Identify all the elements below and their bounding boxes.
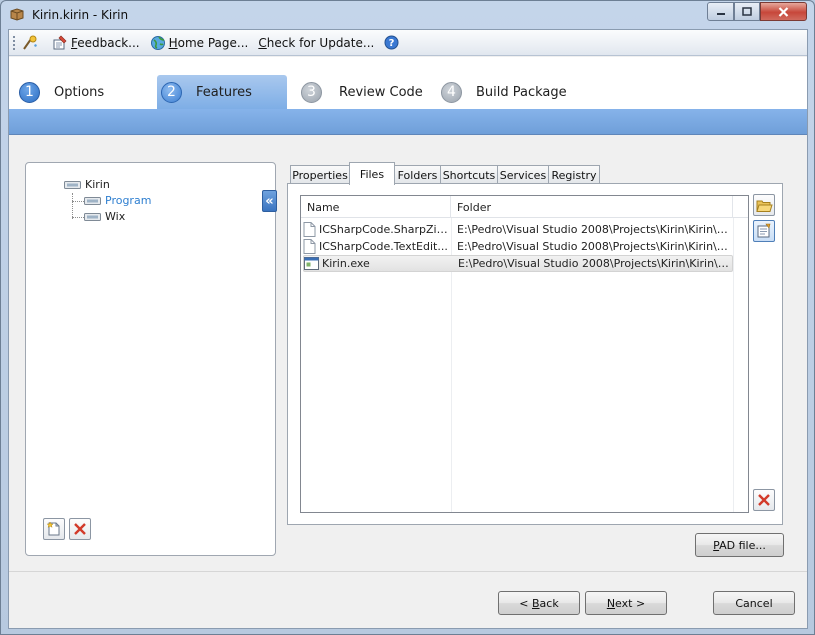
home-page-button[interactable]: Home Page... — [150, 35, 249, 51]
feature-icon — [64, 180, 81, 189]
tree-node-program[interactable]: Program — [84, 194, 151, 207]
file-name: Kirin.exe — [322, 257, 370, 270]
tree-line — [72, 217, 84, 218]
cancel-button[interactable]: Cancel — [713, 591, 795, 615]
file-name: ICSharpCode.SharpZip... — [319, 223, 451, 236]
pad-file-button[interactable]: PAD file... — [695, 533, 784, 557]
application-window: Kirin.kirin - Kirin Feedback... Home Pag… — [0, 0, 815, 635]
delete-icon — [74, 523, 86, 535]
column-header-name[interactable]: Name — [301, 196, 451, 218]
wizard-icon — [23, 35, 37, 50]
back-label: < Back — [519, 596, 559, 610]
step-label-review-code: Review Code — [339, 84, 423, 100]
file-name-cell: ICSharpCode.TextEdit... — [303, 239, 451, 254]
file-properties-button[interactable] — [753, 220, 775, 242]
close-icon — [778, 6, 789, 17]
tree-node-label: Wix — [105, 210, 126, 223]
tab-files[interactable]: Files — [349, 162, 395, 185]
close-button[interactable] — [760, 2, 807, 21]
next-label: Next > — [606, 596, 646, 610]
check-for-update-button[interactable]: Check for Update... — [258, 36, 374, 50]
column-divider — [733, 218, 734, 512]
step-label-build-package: Build Package — [476, 84, 567, 100]
tree-line — [72, 201, 84, 202]
files-tab-panel: Name Folder ICSharpCode.SharpZip... E:\P… — [287, 183, 783, 525]
step-label-features: Features — [196, 84, 252, 100]
document-icon — [303, 222, 316, 237]
step-label-options: Options — [54, 84, 105, 100]
wizard-steps: 1 Options 2 Features 3 Review Code 4 Bui… — [9, 57, 807, 135]
new-document-icon — [46, 521, 60, 536]
feature-tree-panel: Kirin Program Wix — [25, 162, 276, 556]
tab-properties[interactable]: Properties — [290, 165, 350, 184]
step-options[interactable]: 1 Options — [19, 75, 149, 109]
feature-icon — [84, 196, 101, 205]
client-area: Feedback... Home Page... Check for Updat… — [8, 29, 808, 629]
toolbar: Feedback... Home Page... Check for Updat… — [9, 30, 807, 56]
column-header-folder[interactable]: Folder — [451, 196, 733, 218]
step-number-1: 1 — [19, 81, 40, 103]
home-page-label: Home Page... — [168, 35, 249, 50]
document-icon — [303, 239, 316, 254]
globe-icon — [150, 35, 165, 50]
file-name: ICSharpCode.TextEdit... — [319, 240, 448, 253]
next-button[interactable]: Next > — [585, 591, 667, 615]
delete-feature-button[interactable] — [69, 518, 91, 540]
svg-text:?: ? — [389, 38, 395, 49]
maximize-button[interactable] — [734, 2, 760, 21]
pad-file-label: PAD file... — [713, 538, 766, 552]
tab-shortcuts[interactable]: Shortcuts — [440, 165, 498, 184]
tree-line — [72, 193, 73, 219]
step-number-2: 2 — [161, 81, 182, 103]
step-build-package[interactable]: 4 Build Package — [441, 75, 581, 109]
wizard-band — [9, 109, 807, 135]
app-icon — [10, 8, 24, 21]
open-folder-icon — [755, 200, 773, 212]
wizard-toolbar-button[interactable] — [22, 35, 42, 51]
add-files-button[interactable] — [753, 194, 775, 216]
remove-file-button[interactable] — [753, 489, 775, 511]
file-name-cell: Kirin.exe — [304, 257, 452, 270]
window-title: Kirin.kirin - Kirin — [32, 8, 129, 22]
add-feature-button[interactable] — [43, 518, 65, 540]
tab-folders[interactable]: Folders — [394, 165, 441, 184]
footer-separator — [9, 571, 807, 572]
minimize-icon — [716, 12, 725, 15]
file-folder-cell: E:\Pedro\Visual Studio 2008\Projects\Kir… — [457, 223, 729, 236]
tree-node-label: Kirin — [85, 178, 110, 191]
title-bar: Kirin.kirin - Kirin — [1, 1, 814, 29]
feedback-button[interactable]: Feedback... — [52, 35, 140, 51]
tree-node-wix[interactable]: Wix — [84, 210, 125, 223]
files-list-header: Name Folder — [301, 196, 748, 218]
collapse-panel-button[interactable]: « — [262, 190, 277, 212]
file-folder-cell: E:\Pedro\Visual Studio 2008\Projects\Kir… — [457, 240, 729, 253]
step-number-3: 3 — [301, 81, 322, 103]
files-list[interactable]: Name Folder ICSharpCode.SharpZip... E:\P… — [300, 195, 749, 513]
delete-icon — [758, 494, 770, 506]
feature-icon — [84, 212, 101, 221]
maximize-icon — [742, 7, 752, 16]
file-folder-cell: E:\Pedro\Visual Studio 2008\Projects\Kir… — [458, 257, 730, 270]
minimize-button[interactable] — [707, 2, 734, 21]
help-icon: ? — [384, 35, 399, 50]
help-button[interactable]: ? — [384, 35, 402, 50]
file-name-cell: ICSharpCode.SharpZip... — [303, 222, 451, 237]
step-features[interactable]: 2 Features — [157, 75, 287, 109]
tab-services[interactable]: Services — [497, 165, 549, 184]
tree-node-label: Program — [105, 194, 152, 207]
step-review-code[interactable]: 3 Review Code — [301, 75, 431, 109]
table-row[interactable]: ICSharpCode.TextEdit... E:\Pedro\Visual … — [303, 238, 733, 255]
toolbar-grip[interactable] — [13, 35, 16, 50]
table-row[interactable]: ICSharpCode.SharpZip... E:\Pedro\Visual … — [303, 221, 733, 238]
exe-icon — [304, 257, 319, 270]
check-for-update-label: Check for Update... — [258, 35, 375, 50]
feedback-label: Feedback... — [71, 35, 140, 50]
back-button[interactable]: < Back — [498, 591, 580, 615]
table-row-selected[interactable]: Kirin.exe E:\Pedro\Visual Studio 2008\Pr… — [303, 255, 733, 272]
tab-registry[interactable]: Registry — [548, 165, 600, 184]
tree-node-kirin[interactable]: Kirin — [64, 178, 110, 191]
properties-icon — [757, 223, 771, 238]
feedback-icon — [53, 35, 67, 49]
step-number-4: 4 — [441, 81, 462, 103]
